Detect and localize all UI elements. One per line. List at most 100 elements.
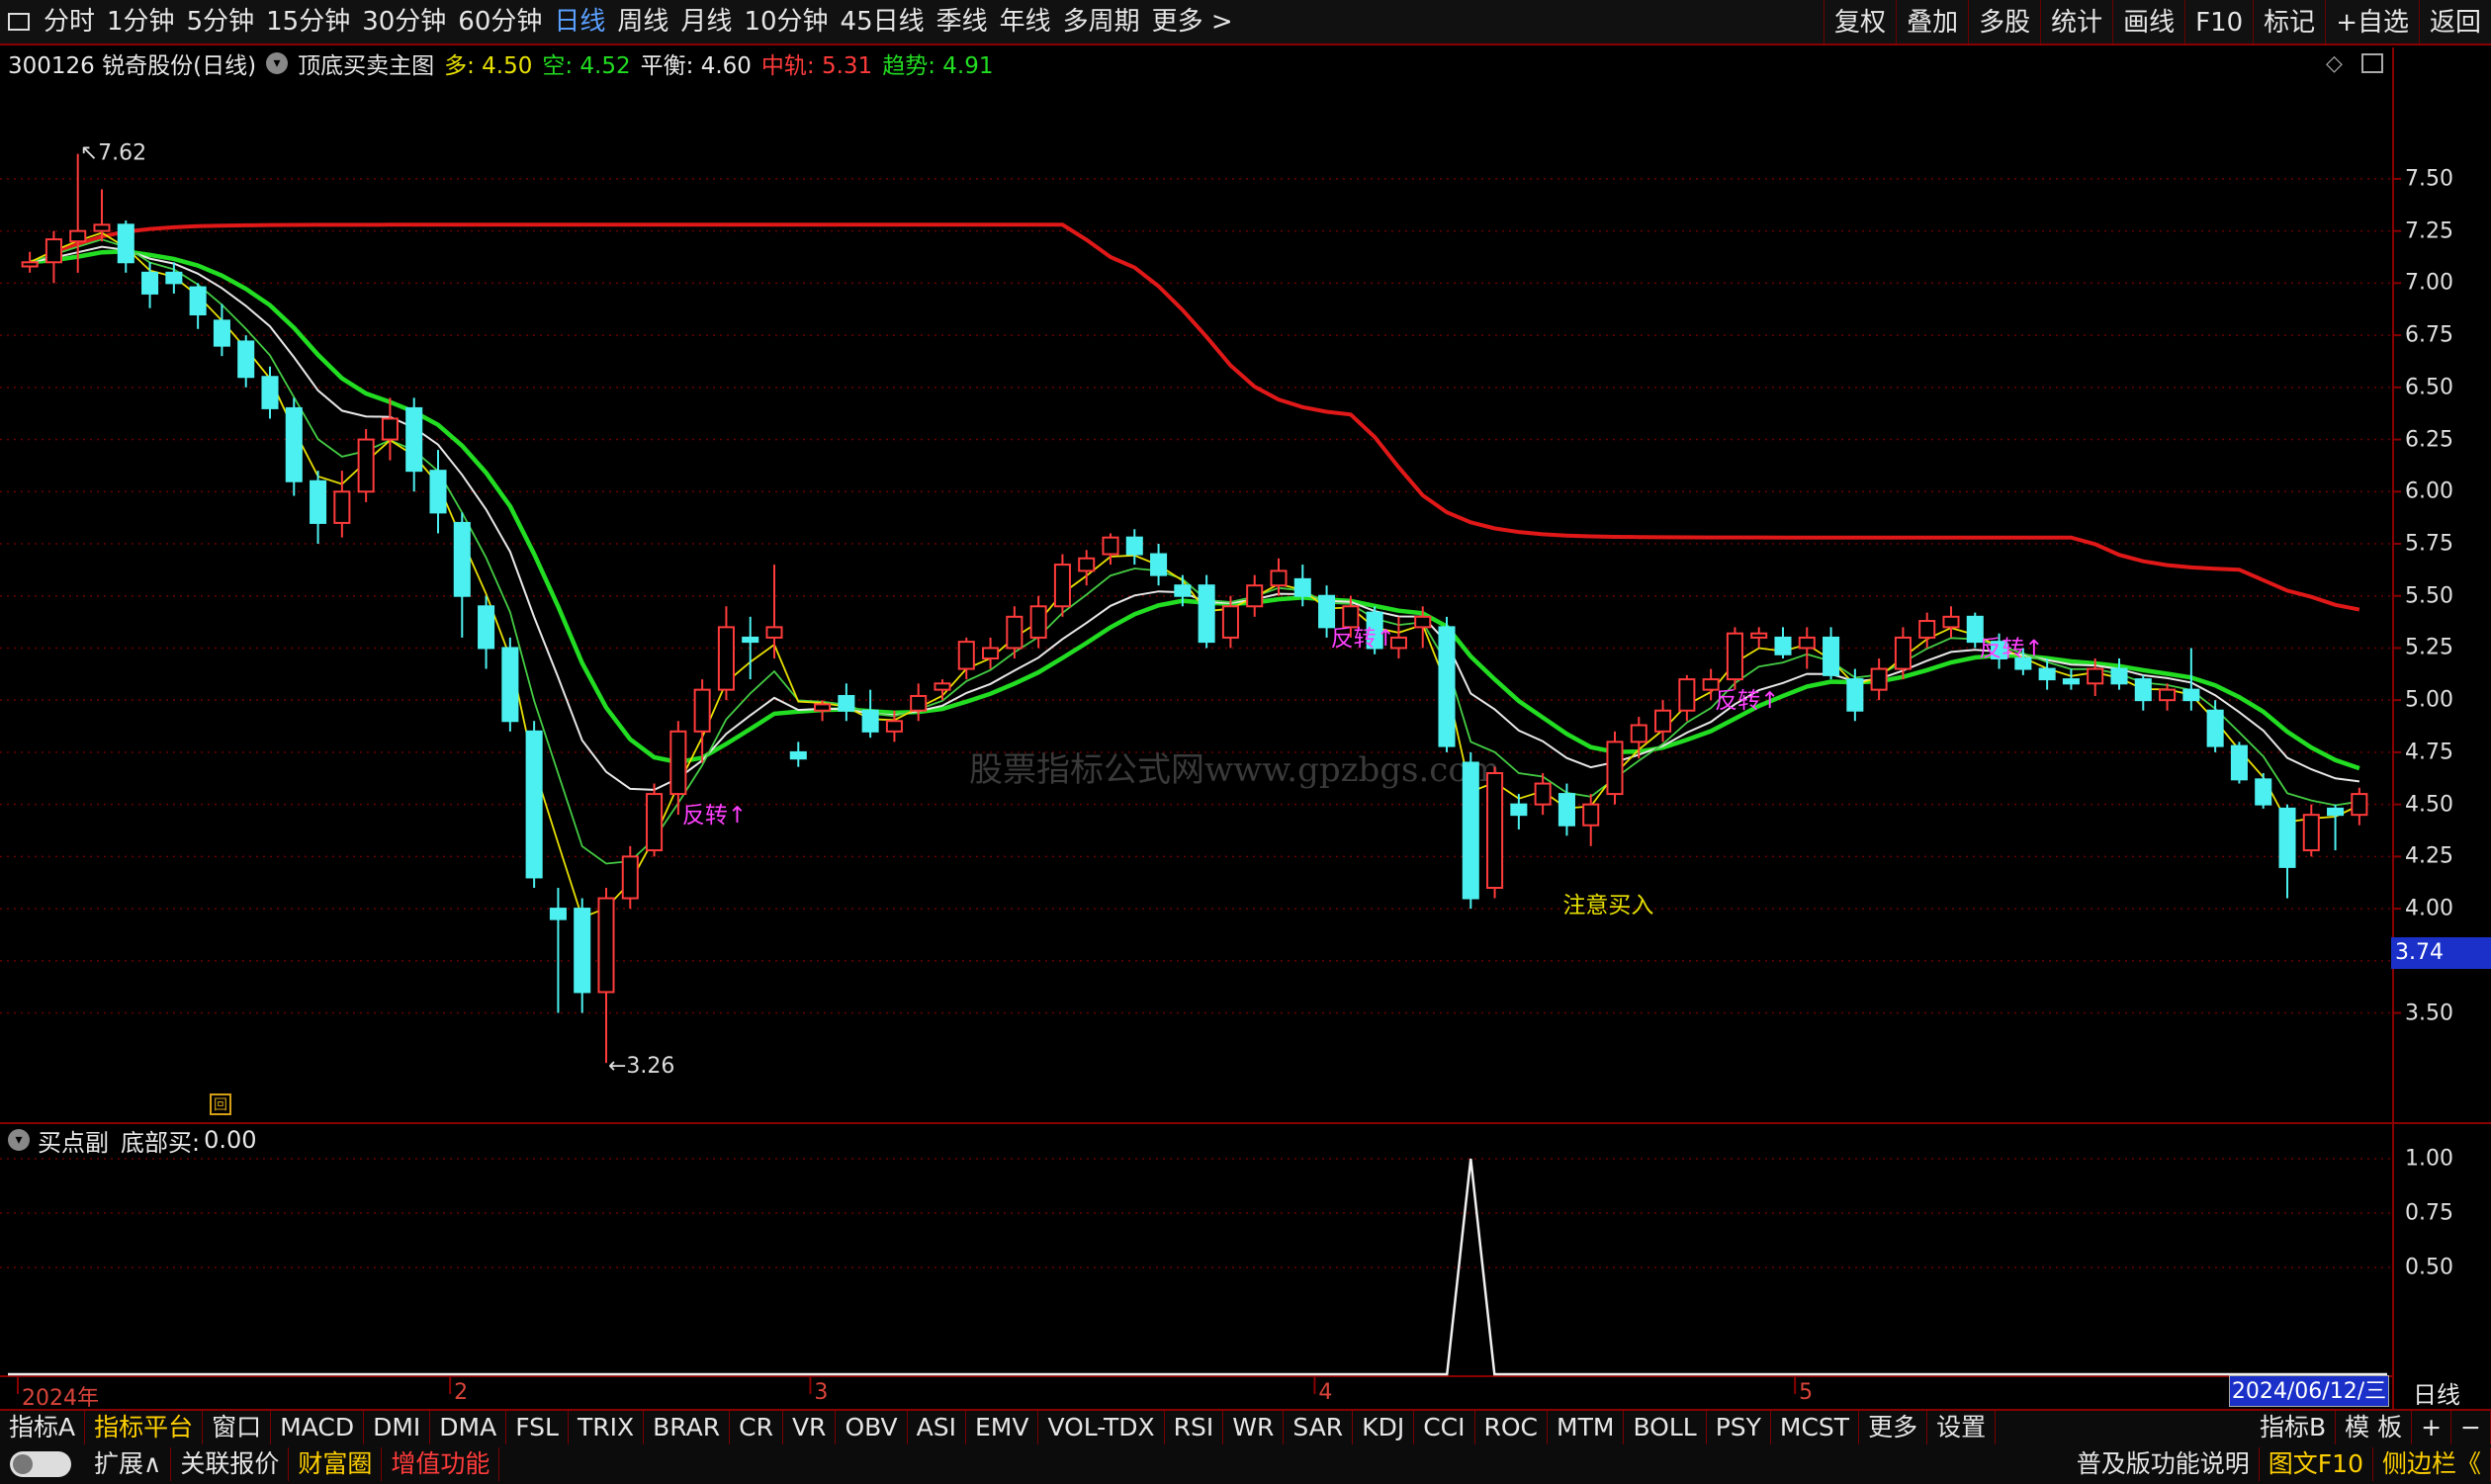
- tool-7[interactable]: +自选: [2325, 0, 2419, 44]
- date-tick-label: 2024年: [22, 1386, 99, 1411]
- indicator-tab-25[interactable]: 更多: [1859, 1411, 1928, 1444]
- tab-9[interactable]: 10分钟: [738, 0, 834, 44]
- qushi-label: 趋势:: [882, 53, 935, 79]
- tab-14[interactable]: 更多 >: [1146, 0, 1239, 44]
- indicator-tab-11[interactable]: OBV: [836, 1411, 908, 1444]
- footer-left-1[interactable]: 关联报价: [171, 1447, 290, 1481]
- candle-body: [1246, 584, 1264, 608]
- reversal-label: 反转↑: [1331, 626, 1395, 652]
- footer-right-1[interactable]: 图文F10: [2260, 1447, 2373, 1481]
- candle-body: [357, 438, 375, 493]
- tab-4[interactable]: 30分钟: [356, 0, 452, 44]
- info-square-icon[interactable]: 回: [210, 1093, 231, 1115]
- candle-body: [789, 750, 807, 760]
- tab-0[interactable]: 分时: [38, 0, 101, 44]
- bottom-right-0[interactable]: 指标B: [2251, 1411, 2337, 1444]
- indicator-tab-16[interactable]: WR: [1223, 1411, 1285, 1444]
- sub-title[interactable]: 买点副: [38, 1123, 109, 1158]
- candle-body: [141, 271, 159, 295]
- tool-5[interactable]: F10: [2184, 0, 2253, 44]
- indicator-tab-24[interactable]: MCST: [1771, 1411, 1860, 1444]
- bottom-right-2[interactable]: +: [2412, 1411, 2452, 1444]
- footer-right-2[interactable]: 侧边栏《: [2373, 1447, 2491, 1481]
- bottom-right-1[interactable]: 模 板: [2336, 1411, 2413, 1444]
- top-toolbar: 分时 1分钟 5分钟 15分钟 30分钟 60分钟 日线 周线 月线 10分钟 45日线 季线 年线 多周…: [0, 0, 2491, 45]
- indicator-tab-15[interactable]: RSI: [1165, 1411, 1224, 1444]
- indicator-tab-22[interactable]: BOLL: [1624, 1411, 1707, 1444]
- toggle-switch[interactable]: [10, 1451, 71, 1477]
- candle-body: [765, 626, 783, 639]
- indicator-tab-20[interactable]: ROC: [1475, 1411, 1549, 1444]
- indicator-tab-6[interactable]: FSL: [506, 1411, 569, 1444]
- candle-body: [381, 417, 399, 441]
- tool-8[interactable]: 返回: [2418, 0, 2491, 44]
- indicator-tab-18[interactable]: KDJ: [1353, 1411, 1415, 1444]
- kong-label: 空:: [542, 53, 574, 79]
- indicator-tab-1[interactable]: 指标平台: [85, 1411, 204, 1444]
- footer-right-0[interactable]: 普及版功能说明: [2068, 1447, 2260, 1481]
- indicator-tab-26[interactable]: 设置: [1927, 1411, 1997, 1444]
- tab-11[interactable]: 季线: [931, 0, 994, 44]
- indicator-tab-0[interactable]: 指标A: [0, 1411, 86, 1444]
- sub-tick-label: 0.75: [2405, 1200, 2453, 1226]
- indicator-tab-3[interactable]: MACD: [271, 1411, 365, 1444]
- candle-body: [1606, 741, 1624, 796]
- tool-0[interactable]: 复权: [1824, 0, 1896, 44]
- indicator-tab-9[interactable]: CR: [730, 1411, 783, 1444]
- indicator-tab-7[interactable]: TRIX: [569, 1411, 645, 1444]
- indicator-tab-4[interactable]: DMI: [364, 1411, 431, 1444]
- tab-5[interactable]: 60分钟: [452, 0, 548, 44]
- reversal-label: 反转↑: [682, 803, 747, 829]
- sub-tick-label: 1.00: [2405, 1146, 2453, 1172]
- indicator-tab-2[interactable]: 窗口: [203, 1411, 272, 1444]
- price-tick-label: 7.50: [2405, 166, 2453, 192]
- stock-chart-window: { "top_tabs":["分时","1分钟","5分钟","15分钟","3…: [0, 0, 2491, 1484]
- indicator-tab-23[interactable]: PSY: [1707, 1411, 1771, 1444]
- candle-body: [310, 480, 327, 524]
- sub-dropdown-icon[interactable]: ▾: [8, 1129, 30, 1151]
- low-price-label: ←3.26: [608, 1054, 674, 1079]
- tool-1[interactable]: 叠加: [1896, 0, 1968, 44]
- footer-left-3[interactable]: 增值功能: [382, 1447, 500, 1481]
- tab-3[interactable]: 15分钟: [260, 0, 356, 44]
- candle-body: [165, 271, 183, 285]
- indicator-tab-12[interactable]: ASI: [908, 1411, 966, 1444]
- indicator-tab-21[interactable]: MTM: [1548, 1411, 1625, 1444]
- date-tick-label: 2: [454, 1380, 469, 1405]
- indicator-tab-10[interactable]: VR: [783, 1411, 837, 1444]
- tool-4[interactable]: 画线: [2112, 0, 2184, 44]
- candle-body: [2182, 688, 2200, 702]
- tab-12[interactable]: 年线: [994, 0, 1057, 44]
- footer-left-2[interactable]: 财富圈: [289, 1447, 383, 1481]
- diamond-icon[interactable]: ◇: [2326, 51, 2343, 76]
- candle-body: [693, 688, 711, 733]
- indicator-name[interactable]: 顶底买卖主图: [298, 46, 434, 80]
- tab-6[interactable]: 日线: [548, 0, 611, 44]
- bottom-right-3[interactable]: −: [2451, 1411, 2491, 1444]
- price-tick-label: 5.25: [2405, 635, 2453, 660]
- panel-toggle-icon[interactable]: [2361, 53, 2383, 73]
- tool-2[interactable]: 多股: [1968, 0, 2040, 44]
- candle-body: [237, 340, 255, 379]
- candle-body: [1029, 605, 1047, 639]
- footer-left-0[interactable]: 扩展∧: [85, 1447, 172, 1481]
- price-tick-label: 5.50: [2405, 583, 2453, 609]
- indicator-tab-19[interactable]: CCI: [1414, 1411, 1475, 1444]
- indicator-tab-17[interactable]: SAR: [1284, 1411, 1354, 1444]
- window-icon[interactable]: [0, 0, 38, 44]
- candle-body: [1846, 678, 1864, 712]
- tab-13[interactable]: 多周期: [1057, 0, 1146, 44]
- indicator-tab-14[interactable]: VOL-TDX: [1038, 1411, 1165, 1444]
- indicator-tab-8[interactable]: BRAR: [644, 1411, 731, 1444]
- tab-10[interactable]: 45日线: [835, 0, 931, 44]
- dropdown-icon[interactable]: ▾: [266, 52, 289, 74]
- tool-3[interactable]: 统计: [2040, 0, 2112, 44]
- tab-2[interactable]: 5分钟: [181, 0, 261, 44]
- tab-8[interactable]: 月线: [674, 0, 738, 44]
- indicator-tab-5[interactable]: DMA: [430, 1411, 507, 1444]
- candle-body: [717, 626, 735, 691]
- tab-7[interactable]: 周线: [611, 0, 674, 44]
- tab-1[interactable]: 1分钟: [101, 0, 181, 44]
- tool-6[interactable]: 标记: [2253, 0, 2325, 44]
- indicator-tab-13[interactable]: EMV: [966, 1411, 1039, 1444]
